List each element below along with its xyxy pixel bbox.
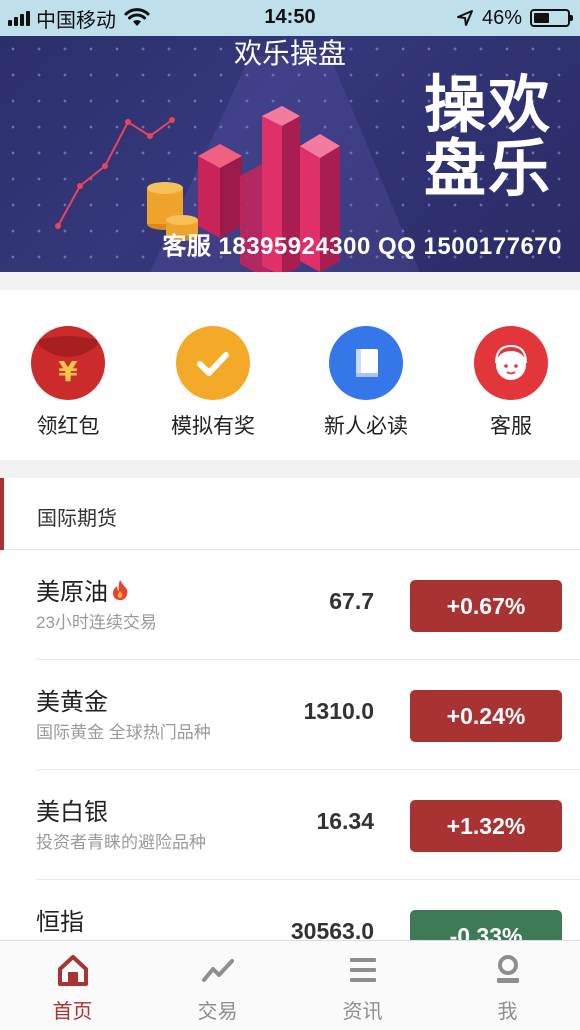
- futures-section: 国际期货 美原油 23小时连续交易 67.7 +0.67% 美黄金 国际黄金 全…: [0, 478, 580, 962]
- checkmark-icon: [176, 326, 250, 400]
- futures-change-badge[interactable]: +1.32%: [410, 800, 562, 852]
- tab-me[interactable]: 我: [435, 941, 580, 1030]
- svg-text:¥: ¥: [58, 355, 78, 388]
- tab-label: 资讯: [342, 1001, 383, 1023]
- futures-name: 恒指: [36, 909, 84, 936]
- quick-links: ¥ 领红包 模拟有奖 新人必读 客服: [0, 290, 580, 460]
- futures-price: 1310.0: [303, 698, 374, 724]
- tab-trade[interactable]: 交易: [145, 941, 290, 1030]
- customer-service-icon: [474, 326, 548, 400]
- banner-caption: 欢乐操盘: [233, 38, 346, 69]
- banner-headline: 操欢 盘乐: [412, 74, 552, 202]
- quick-link-label: 领红包: [36, 415, 100, 438]
- banner-headline-line-2: 盘乐: [423, 135, 552, 204]
- quick-link-red-envelope[interactable]: ¥ 领红包: [8, 326, 128, 440]
- location-arrow-icon: [456, 10, 473, 26]
- home-icon: [57, 955, 88, 986]
- status-bar: 中国移动 14:50 46%: [0, 0, 580, 36]
- quick-link-label: 新人必读: [324, 415, 408, 438]
- futures-row[interactable]: 美黄金 国际黄金 全球热门品种 1310.0 +0.24%: [0, 660, 580, 770]
- futures-price: 67.7: [329, 588, 374, 614]
- tab-label: 我: [497, 1001, 518, 1023]
- futures-name: 美原油: [36, 579, 108, 606]
- promo-banner[interactable]: 欢乐操盘 操欢 盘乐 客服 18395924300 QQ 1500177670: [0, 36, 580, 272]
- tab-label: 首页: [52, 1001, 93, 1023]
- tab-news[interactable]: 资讯: [290, 941, 435, 1030]
- futures-name: 美白银: [36, 799, 108, 826]
- futures-description: 投资者青睐的避险品种: [36, 833, 206, 852]
- futures-row[interactable]: 美白银 投资者青睐的避险品种 16.34 +1.32%: [0, 770, 580, 880]
- futures-description: 23小时连续交易: [36, 613, 157, 632]
- futures-change-badge[interactable]: +0.24%: [410, 690, 562, 742]
- futures-change-badge[interactable]: +0.67%: [410, 580, 562, 632]
- quick-link-newbie-guide[interactable]: 新人必读: [306, 326, 426, 440]
- battery-fill: [534, 13, 549, 23]
- futures-price: 16.34: [316, 808, 374, 834]
- banner-contact-info: 客服 18395924300 QQ 1500177670: [162, 233, 562, 260]
- book-icon: [329, 326, 403, 400]
- quick-link-label: 模拟有奖: [171, 415, 255, 438]
- tab-label: 交易: [197, 1001, 238, 1023]
- section-accent-bar: [0, 478, 4, 550]
- battery-percent: 46%: [481, 6, 522, 29]
- bottom-tab-bar: 首页 交易 资讯 我: [0, 940, 580, 1030]
- hot-flame-icon: [113, 579, 128, 600]
- battery-icon: [530, 9, 573, 27]
- chart-trend-icon: [201, 959, 234, 982]
- futures-description: 国际黄金 全球热门品种: [36, 723, 211, 742]
- futures-name: 美黄金: [36, 689, 108, 716]
- profile-icon: [496, 955, 519, 983]
- futures-row[interactable]: 美原油 23小时连续交易 67.7 +0.67%: [0, 550, 580, 660]
- news-list-icon: [349, 958, 376, 982]
- quick-link-customer-service[interactable]: 客服: [451, 326, 571, 440]
- section-title: 国际期货: [37, 508, 117, 530]
- red-envelope-icon: ¥: [31, 326, 105, 400]
- quick-link-label: 客服: [490, 415, 532, 438]
- banner-headline-line-1: 操欢: [423, 71, 552, 140]
- quick-link-simulation[interactable]: 模拟有奖: [153, 326, 273, 440]
- section-header: 国际期货: [0, 478, 580, 550]
- tab-home[interactable]: 首页: [0, 941, 145, 1030]
